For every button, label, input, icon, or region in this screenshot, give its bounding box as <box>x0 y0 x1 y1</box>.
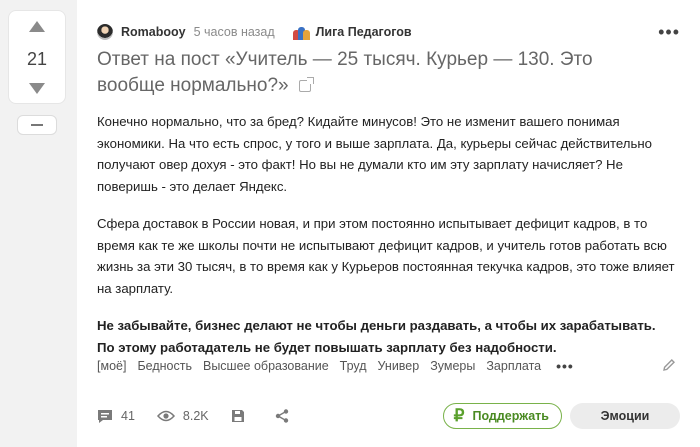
eye-icon <box>156 410 175 422</box>
post-title-text[interactable]: Ответ на пост «Учитель — 25 тысяч. Курье… <box>97 49 593 96</box>
author-name[interactable]: Romabooy <box>121 25 186 39</box>
comments-count[interactable]: 41 <box>97 409 135 424</box>
external-link-icon[interactable] <box>298 77 314 92</box>
emotions-label: Эмоции <box>600 409 650 423</box>
share-button[interactable] <box>275 409 297 423</box>
rating-widget: 21 <box>8 10 66 104</box>
post-header: Romabooy 5 часов назад Лига Педагогов ••… <box>97 22 680 42</box>
more-options-icon[interactable]: ••• <box>658 22 680 43</box>
support-button[interactable]: ₽ Поддержать <box>442 403 562 429</box>
comments-value: 41 <box>121 409 135 423</box>
edit-pencil-icon[interactable] <box>662 358 676 372</box>
more-tags-icon[interactable]: ••• <box>556 358 574 374</box>
tag[interactable]: Зумеры <box>430 359 475 373</box>
paragraph: Конечно нормально, что за бред? Кидайте … <box>97 114 652 194</box>
ruble-icon: ₽ <box>453 406 465 425</box>
support-label: Поддержать <box>472 409 549 423</box>
share-icon <box>275 409 288 423</box>
tag[interactable]: Бедность <box>137 359 192 373</box>
tag-list: [моё] Бедность Высшее образование Труд У… <box>97 358 585 374</box>
comment-icon <box>98 409 112 423</box>
views-value: 8.2K <box>182 409 209 423</box>
tag[interactable]: Зарплата <box>486 359 541 373</box>
save-button[interactable] <box>231 409 253 423</box>
rating-value: 21 <box>26 49 48 69</box>
views-count: 8.2K <box>156 409 209 423</box>
emotions-button[interactable]: Эмоции <box>570 403 680 429</box>
post-time: 5 часов назад <box>193 25 275 39</box>
tag[interactable]: Высшее образование <box>203 359 329 373</box>
post-card: Romabooy 5 часов назад Лига Педагогов ••… <box>77 0 700 447</box>
tag[interactable]: [моё] <box>97 359 126 373</box>
post-footer: 41 8.2K ₽ Поддержать Эмоции <box>97 403 680 429</box>
paragraph-bold: Не забывайте, бизнес делают не чтобы ден… <box>97 318 656 355</box>
upvote-icon[interactable] <box>29 21 45 32</box>
paragraph: Сфера доставок в России новая, и при это… <box>97 216 675 296</box>
post-body: Конечно нормально, что за бред? Кидайте … <box>97 111 675 374</box>
community-icon[interactable] <box>292 24 310 40</box>
tag[interactable]: Труд <box>340 359 367 373</box>
tag[interactable]: Универ <box>378 359 420 373</box>
avatar[interactable] <box>97 24 113 40</box>
collapse-post-button[interactable] <box>17 115 57 135</box>
minus-icon <box>31 124 43 126</box>
downvote-icon[interactable] <box>29 83 45 94</box>
save-icon <box>231 410 244 422</box>
community-name[interactable]: Лига Педагогов <box>316 25 412 39</box>
post-title[interactable]: Ответ на пост «Учитель — 25 тысяч. Курье… <box>97 47 637 99</box>
